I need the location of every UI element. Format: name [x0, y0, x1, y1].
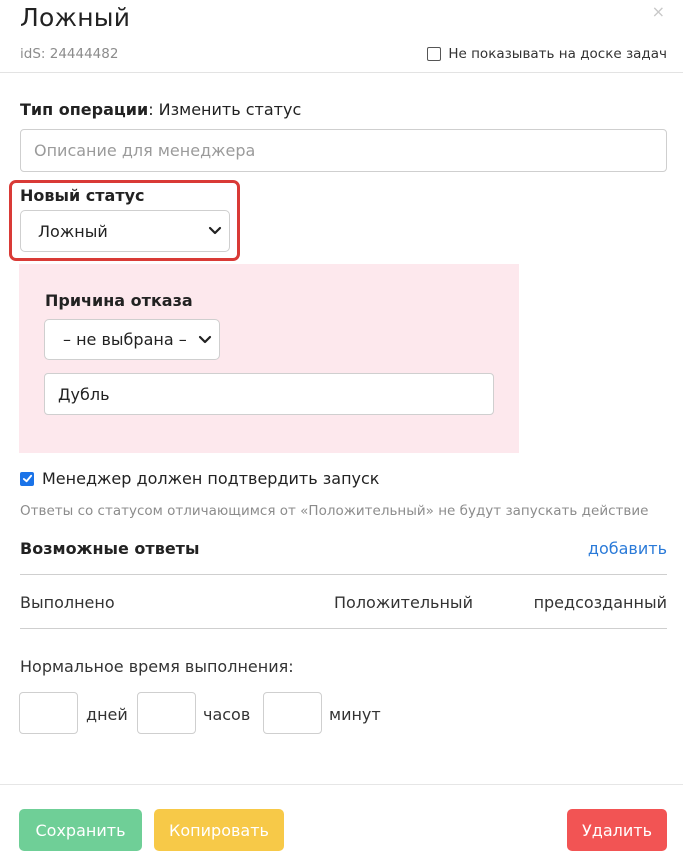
answer-status: Положительный: [334, 593, 473, 612]
chevron-down-icon: [198, 335, 212, 343]
normal-time-label: Нормальное время выполнения:: [20, 657, 294, 676]
divider: [20, 574, 667, 575]
add-answer-link[interactable]: добавить: [588, 539, 667, 558]
answer-name: Выполнено: [20, 593, 115, 612]
reject-reason-text-value: Дубль: [58, 384, 110, 404]
operation-type-value: : Изменить статус: [148, 100, 302, 119]
delete-button[interactable]: Удалить: [567, 809, 667, 851]
chevron-down-icon: [208, 226, 222, 235]
modal-header: Ложный × idS: 24444482 Не показывать на …: [0, 0, 683, 73]
manager-confirm-label: Менеджер должен подтвердить запуск: [42, 469, 380, 488]
minutes-label: минут: [329, 705, 381, 724]
new-status-select[interactable]: Ложный: [20, 210, 230, 252]
reject-reason-select[interactable]: – не выбрана –: [44, 319, 220, 360]
ids-label: idS: 24444482: [20, 46, 119, 62]
divider: [20, 628, 667, 629]
footer-divider: [0, 784, 683, 785]
checkbox-icon[interactable]: [20, 471, 34, 486]
checkbox-icon[interactable]: [427, 47, 442, 61]
reject-reason-value: – не выбрана –: [63, 330, 187, 349]
days-label: дней: [86, 705, 128, 724]
check-icon: [22, 474, 32, 483]
close-icon[interactable]: ×: [652, 2, 665, 21]
manager-description-input[interactable]: Описание для менеджера: [20, 129, 667, 172]
save-button[interactable]: Сохранить: [19, 809, 142, 851]
answers-title: Возможные ответы: [20, 539, 200, 558]
operation-type-label: Тип операции: [20, 100, 149, 119]
manager-confirm-checkbox[interactable]: Менеджер должен подтвердить запуск: [20, 469, 379, 488]
operation-type: Тип операции: Изменить статус: [20, 100, 301, 119]
hide-on-board-checkbox[interactable]: Не показывать на доске задач: [427, 46, 667, 62]
answers-hint: Ответы со статусом отличающимся от «Поло…: [20, 503, 649, 519]
answer-kind: предсозданный: [533, 593, 667, 612]
minutes-input[interactable]: [263, 692, 322, 734]
new-status-value: Ложный: [38, 221, 108, 241]
copy-button[interactable]: Копировать: [154, 809, 284, 851]
new-status-label: Новый статус: [20, 186, 145, 205]
reject-reason-text-input[interactable]: Дубль: [44, 373, 494, 415]
hours-label: часов: [203, 705, 251, 724]
reject-reason-label: Причина отказа: [45, 291, 193, 310]
modal-title: Ложный: [20, 3, 131, 32]
manager-description-placeholder: Описание для менеджера: [34, 141, 256, 160]
days-input[interactable]: [19, 692, 78, 734]
hide-on-board-label: Не показывать на доске задач: [448, 46, 667, 62]
hours-input[interactable]: [137, 692, 196, 734]
